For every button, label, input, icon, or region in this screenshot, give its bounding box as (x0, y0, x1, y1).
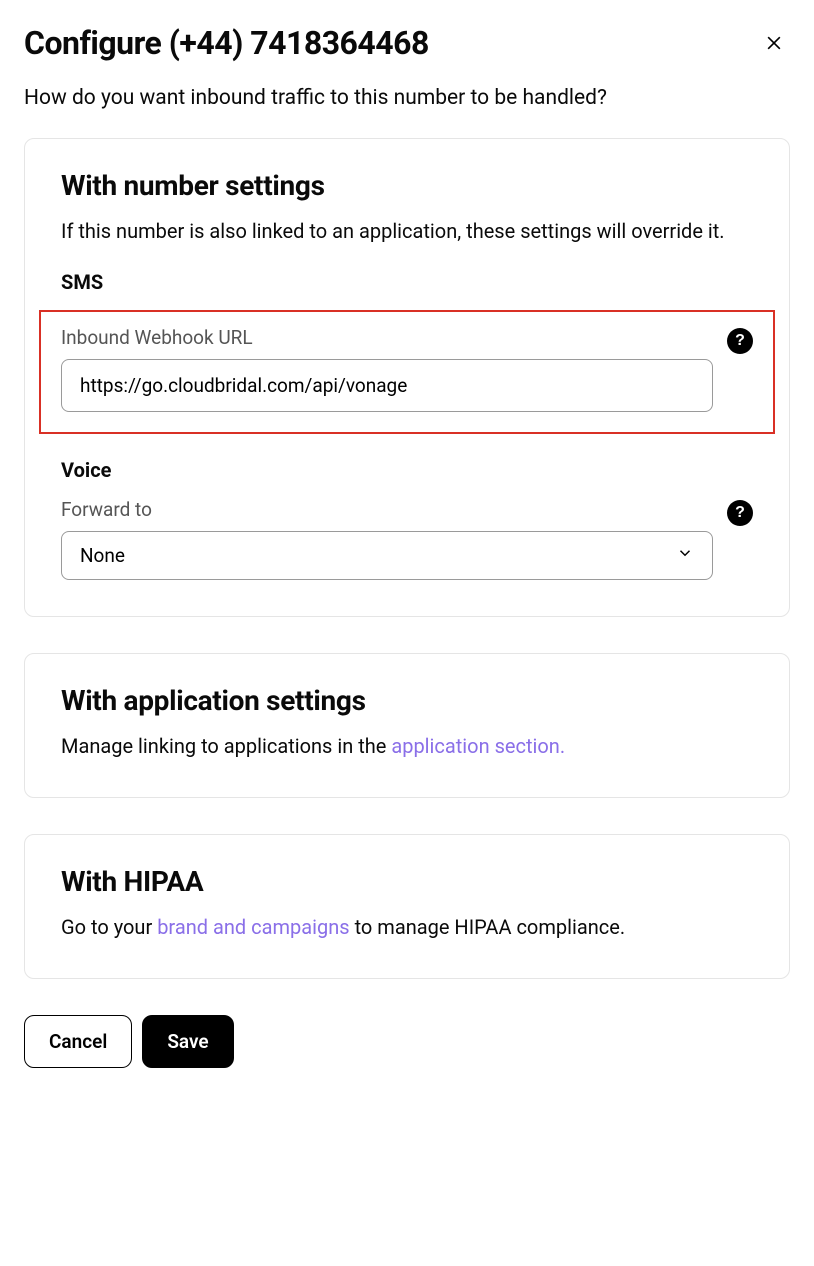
close-icon (764, 33, 784, 53)
panel-hipaa: With HIPAA Go to your brand and campaign… (24, 834, 790, 979)
brand-and-campaigns-link[interactable]: brand and campaigns (157, 915, 349, 939)
application-section-link[interactable]: application section. (391, 734, 565, 758)
help-icon-voice[interactable]: ? (727, 500, 753, 526)
page-subtitle: How do you want inbound traffic to this … (24, 86, 790, 110)
forward-to-select[interactable]: None (61, 531, 713, 580)
voice-section-label: Voice (61, 458, 753, 482)
save-button[interactable]: Save (142, 1015, 233, 1068)
hipaa-desc-suffix: to manage HIPAA compliance. (350, 915, 626, 939)
forward-to-label: Forward to (61, 498, 713, 521)
cancel-button[interactable]: Cancel (24, 1015, 132, 1068)
hipaa-desc-prefix: Go to your (61, 915, 157, 939)
application-settings-desc: Manage linking to applications in the ap… (61, 731, 753, 761)
modal-header: Configure (+44) 7418364468 (24, 18, 790, 86)
sms-section-label: SMS (61, 270, 753, 294)
hipaa-desc: Go to your brand and campaigns to manage… (61, 912, 753, 942)
help-icon-sms[interactable]: ? (727, 328, 753, 354)
footer-buttons: Cancel Save (24, 1015, 790, 1068)
close-button[interactable] (758, 27, 790, 59)
inbound-webhook-label: Inbound Webhook URL (61, 326, 713, 349)
number-settings-desc: If this number is also linked to an appl… (61, 216, 753, 246)
hipaa-heading: With HIPAA (61, 865, 753, 898)
number-settings-heading: With number settings (61, 169, 753, 202)
sms-webhook-highlight: Inbound Webhook URL ? (39, 310, 775, 434)
page-title: Configure (+44) 7418364468 (24, 24, 429, 62)
inbound-webhook-input[interactable] (61, 359, 713, 412)
application-settings-heading: With application settings (61, 684, 753, 717)
chevron-down-icon (676, 544, 694, 567)
app-desc-prefix: Manage linking to applications in the (61, 734, 391, 758)
panel-number-settings: With number settings If this number is a… (24, 138, 790, 617)
panel-application-settings: With application settings Manage linking… (24, 653, 790, 798)
forward-to-value: None (80, 544, 125, 567)
